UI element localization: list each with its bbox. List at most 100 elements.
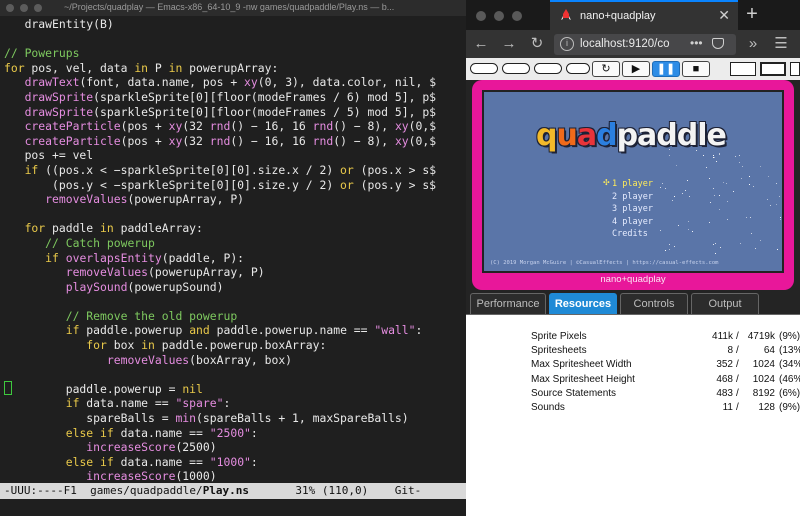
window-minimize-button[interactable]: [20, 4, 28, 12]
code-line[interactable]: pos += vel: [4, 148, 436, 163]
code-line[interactable]: playSound(powerupSound): [4, 280, 436, 295]
code-line[interactable]: paddle.powerup = nil: [4, 382, 436, 397]
tab-close-icon[interactable]: ✕: [718, 7, 730, 24]
resources-panel: Sprite Pixels 411k 4719k (9%) / Spritesheets 8…: [466, 315, 800, 516]
restart-button[interactable]: ↻: [592, 61, 620, 77]
rocket-icon: [561, 9, 571, 20]
overflow-button[interactable]: »: [744, 35, 762, 53]
game-menu-item[interactable]: 3 player: [612, 203, 653, 216]
game-menu-item[interactable]: 4 player: [612, 216, 653, 229]
code-line[interactable]: [4, 294, 436, 309]
browser-tabbar: nano+quadplay ✕ +: [466, 0, 800, 30]
code-line[interactable]: increaseScore(2500): [4, 440, 436, 455]
code-line[interactable]: for pos, vel, data in P in powerupArray:: [4, 61, 436, 76]
layout-button[interactable]: [790, 62, 800, 76]
toolbar-pill-button[interactable]: [502, 63, 530, 74]
code-line[interactable]: createParticle(pos + xy(32 rnd() − 16, 1…: [4, 119, 437, 134]
code-line[interactable]: drawSprite(sparkleSprite[0][floor(modeFr…: [4, 105, 436, 120]
code-line[interactable]: removeValues(powerupArray, P): [4, 265, 436, 280]
page-actions-button[interactable]: •••: [690, 36, 703, 50]
code-token: if: [65, 323, 80, 338]
code-line[interactable]: if ((pos.x < −sparkleSprite[0][0].size.x…: [4, 163, 436, 178]
code-token: () − 8),: [333, 133, 395, 148]
resource-percent: (9%): [779, 402, 800, 413]
url-bar[interactable]: i localhost:9120/co •••: [554, 34, 736, 55]
browser-tab[interactable]: nano+quadplay ✕: [550, 0, 738, 30]
code-token: increaseScore: [86, 440, 176, 455]
window-close-button[interactable]: [6, 4, 14, 12]
code-line[interactable]: [4, 32, 436, 47]
code-line[interactable]: drawText(font, data.name, pos + xy(0, 3)…: [4, 75, 437, 90]
forward-button[interactable]: →: [500, 35, 518, 53]
back-button[interactable]: ←: [472, 35, 490, 53]
sparkle-dot: [719, 154, 720, 155]
game-screen[interactable]: quadpaddle ✣ 1 player 2 player 3 player 4 p…: [482, 90, 784, 273]
code-token: for: [24, 221, 46, 236]
toolbar-pill-button[interactable]: [470, 63, 498, 74]
tab-performance[interactable]: Performance: [470, 293, 546, 314]
tab-resources[interactable]: Resources: [549, 293, 617, 314]
toolbar-pill-button[interactable]: [566, 63, 590, 74]
layout-button[interactable]: [730, 62, 756, 76]
site-info-icon[interactable]: i: [560, 37, 574, 51]
emacs-echo-area[interactable]: [0, 499, 466, 516]
tab-controls[interactable]: Controls: [620, 293, 688, 314]
sparkle-dot: [735, 156, 736, 157]
code-editor[interactable]: drawEntity(B) // Powerups for pos, vel, da…: [4, 17, 436, 484]
new-tab-button[interactable]: +: [742, 3, 762, 26]
resource-name: Spritesheets: [531, 345, 587, 357]
sparkle-dot: [665, 188, 666, 189]
code-line[interactable]: for box in paddle.powerup.boxArray:: [4, 338, 436, 353]
emacs-modeline: -UUU:----F1 games/quadpaddle/Play.ns 31%…: [0, 483, 466, 499]
sparkle-dot: [709, 178, 710, 179]
code-token: "2500": [209, 425, 251, 440]
game-menu-item[interactable]: Credits: [612, 228, 653, 241]
menu-button[interactable]: ☰: [772, 35, 790, 53]
toolbar-pill-button[interactable]: [534, 63, 562, 74]
code-line[interactable]: removeValues(powerupArray, P): [4, 192, 436, 207]
window-zoom-button[interactable]: [34, 4, 42, 12]
reload-button[interactable]: ↻: [528, 35, 546, 53]
code-line[interactable]: [4, 367, 436, 382]
code-line[interactable]: else if data.name == "1000":: [4, 455, 436, 470]
code-line[interactable]: drawEntity(B): [4, 17, 436, 32]
code-token: :: [415, 323, 423, 338]
code-line[interactable]: if overlapsEntity(paddle, P):: [4, 251, 436, 266]
code-line[interactable]: // Catch powerup: [4, 236, 436, 251]
code-line[interactable]: for paddle in paddleArray:: [4, 221, 436, 236]
code-line[interactable]: [4, 207, 436, 222]
code-line[interactable]: spareBalls = min(spareBalls + 1, maxSpar…: [4, 411, 436, 426]
tab-output[interactable]: Output: [691, 293, 759, 314]
code-line[interactable]: if data.name == "spare":: [4, 396, 436, 411]
browser-minimize-button[interactable]: [494, 11, 504, 21]
sparkle-dot: [674, 246, 675, 247]
resource-max: 1024: [752, 373, 775, 385]
code-line[interactable]: createParticle(pos + xy(32 rnd() − 16, 1…: [4, 133, 437, 149]
browser-close-button[interactable]: [476, 11, 486, 21]
sparkle-dot: [660, 230, 661, 231]
sparkle-dot: [713, 155, 714, 156]
stop-button[interactable]: ■: [682, 61, 710, 77]
code-line[interactable]: // Remove the old powerup: [4, 309, 436, 324]
play-button[interactable]: ▶: [622, 61, 650, 77]
url-text[interactable]: localhost:9120/co: [580, 38, 678, 50]
code-line[interactable]: // Powerups: [4, 46, 436, 61]
resource-separator: /: [736, 402, 739, 413]
pause-button[interactable]: ❚❚: [652, 61, 680, 77]
code-line[interactable]: if paddle.powerup and paddle.powerup.nam…: [4, 323, 436, 338]
code-line[interactable]: (pos.y < −sparkleSprite[0][0].size.y / 2…: [4, 178, 436, 193]
code-line[interactable]: else if data.name == "2500":: [4, 426, 436, 441]
code-line[interactable]: drawSprite(sparkleSprite[0][floor(modeFr…: [4, 90, 436, 105]
code-line[interactable]: removeValues(boxArray, box): [4, 353, 436, 368]
browser-zoom-button[interactable]: [512, 11, 522, 21]
game-menu-item[interactable]: 2 player: [612, 191, 653, 204]
game-menu-item[interactable]: 1 player: [612, 178, 653, 191]
resource-name: Source Statements: [531, 387, 617, 399]
code-line[interactable]: increaseScore(1000): [4, 469, 436, 484]
layout-button[interactable]: [760, 62, 786, 76]
pocket-icon[interactable]: [712, 38, 724, 49]
